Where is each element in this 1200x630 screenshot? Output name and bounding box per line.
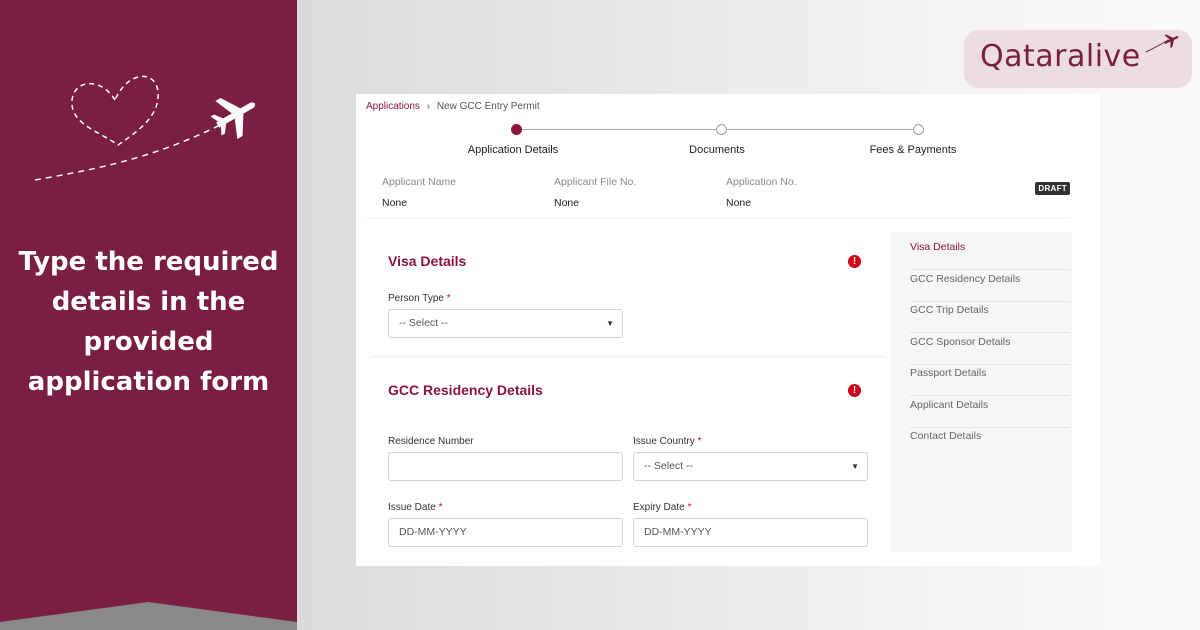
applicant-file-no-value: None [554,197,580,209]
chevron-down-icon: ▼ [851,462,859,471]
required-marker: * [438,502,443,513]
side-nav-gcc-trip-details[interactable]: GCC Trip Details [910,302,1070,333]
side-nav-gcc-sponsor-details[interactable]: GCC Sponsor Details [910,334,1070,365]
applicant-file-no-label: Applicant File No. [554,176,637,188]
person-type-selected-value: -- Select -- [399,317,449,329]
application-no-value: None [726,197,752,209]
progress-stepper: Application Details Documents Fees & Pay… [356,124,1100,164]
residence-number-input[interactable] [388,452,623,481]
applicant-file-no-field: Applicant File No. None [554,176,636,209]
issue-date-placeholder: DD-MM-YYYY [399,526,467,538]
status-badge: DRAFT [1035,182,1070,195]
applicant-name-field: Applicant Name None [382,176,456,209]
expiry-date-placeholder: DD-MM-YYYY [644,526,712,538]
residence-number-label: Residence Number [388,436,474,447]
side-nav-visa-details[interactable]: Visa Details [910,239,1070,270]
step-connector [727,129,918,130]
form-sections: Visa Details ! Person Type * -- Select -… [370,232,886,562]
required-marker: * [697,436,702,447]
required-marker: * [446,293,451,304]
section-divider [370,356,886,357]
issue-date-label: Issue Date * [388,502,443,513]
section-side-nav: Visa Details GCC Residency Details GCC T… [890,232,1072,552]
chevron-down-icon: ▼ [606,319,614,328]
breadcrumb-separator: › [426,101,431,112]
issue-country-select[interactable]: -- Select -- ▼ [633,452,868,481]
ribbon-decoration [0,602,297,630]
issue-country-label: Issue Country * [633,436,701,447]
applicant-info-bar: Applicant Name None Applicant File No. N… [366,166,1070,218]
application-no-field: Application No. None [726,176,797,209]
left-promo-panel: Type the required details in the provide… [0,0,297,630]
step-label-fees-payments[interactable]: Fees & Payments [870,144,957,156]
applicant-name-value: None [382,197,408,209]
side-nav-gcc-residency-details[interactable]: GCC Residency Details [910,271,1070,302]
breadcrumb-applications-link[interactable]: Applications [366,101,420,112]
side-nav-passport-details[interactable]: Passport Details [910,365,1070,396]
step-label-application-details[interactable]: Application Details [468,144,559,156]
step-dot-fees-payments [913,124,924,135]
issue-country-selected-value: -- Select -- [644,460,694,472]
expiry-date-label-text: Expiry Date [633,502,685,513]
application-form-screenshot: Applications › New GCC Entry Permit Appl… [356,94,1100,566]
gcc-residency-alert-icon: ! [848,384,861,397]
application-no-label: Application No. [726,176,797,188]
heart-and-airplane-icon [34,75,256,181]
issue-date-input[interactable]: DD-MM-YYYY [388,518,623,547]
logo-text: Qataralive [980,39,1141,74]
visa-details-title: Visa Details [388,253,467,269]
breadcrumb: Applications › New GCC Entry Permit [366,101,540,112]
required-marker: * [687,502,692,513]
expiry-date-input[interactable]: DD-MM-YYYY [633,518,868,547]
issue-date-label-text: Issue Date [388,502,436,513]
airplane-icon [1145,34,1179,53]
step-dot-application-details [511,124,522,135]
step-dot-documents [716,124,727,135]
person-type-label: Person Type * [388,293,451,304]
visa-details-alert-icon: ! [848,255,861,268]
expiry-date-label: Expiry Date * [633,502,691,513]
applicant-name-label: Applicant Name [382,176,457,188]
person-type-select[interactable]: -- Select -- ▼ [388,309,623,338]
step-label-documents[interactable]: Documents [689,144,745,156]
step-connector [522,129,716,130]
breadcrumb-current: New GCC Entry Permit [436,101,540,112]
gcc-residency-title: GCC Residency Details [388,382,543,398]
qataralive-logo: Qataralive [964,30,1192,88]
issue-country-label-text: Issue Country [633,436,695,447]
side-nav-applicant-details[interactable]: Applicant Details [910,397,1070,428]
person-type-label-text: Person Type [388,293,444,304]
side-nav-contact-details[interactable]: Contact Details [910,428,1070,459]
promo-headline: Type the required details in the provide… [18,247,279,397]
